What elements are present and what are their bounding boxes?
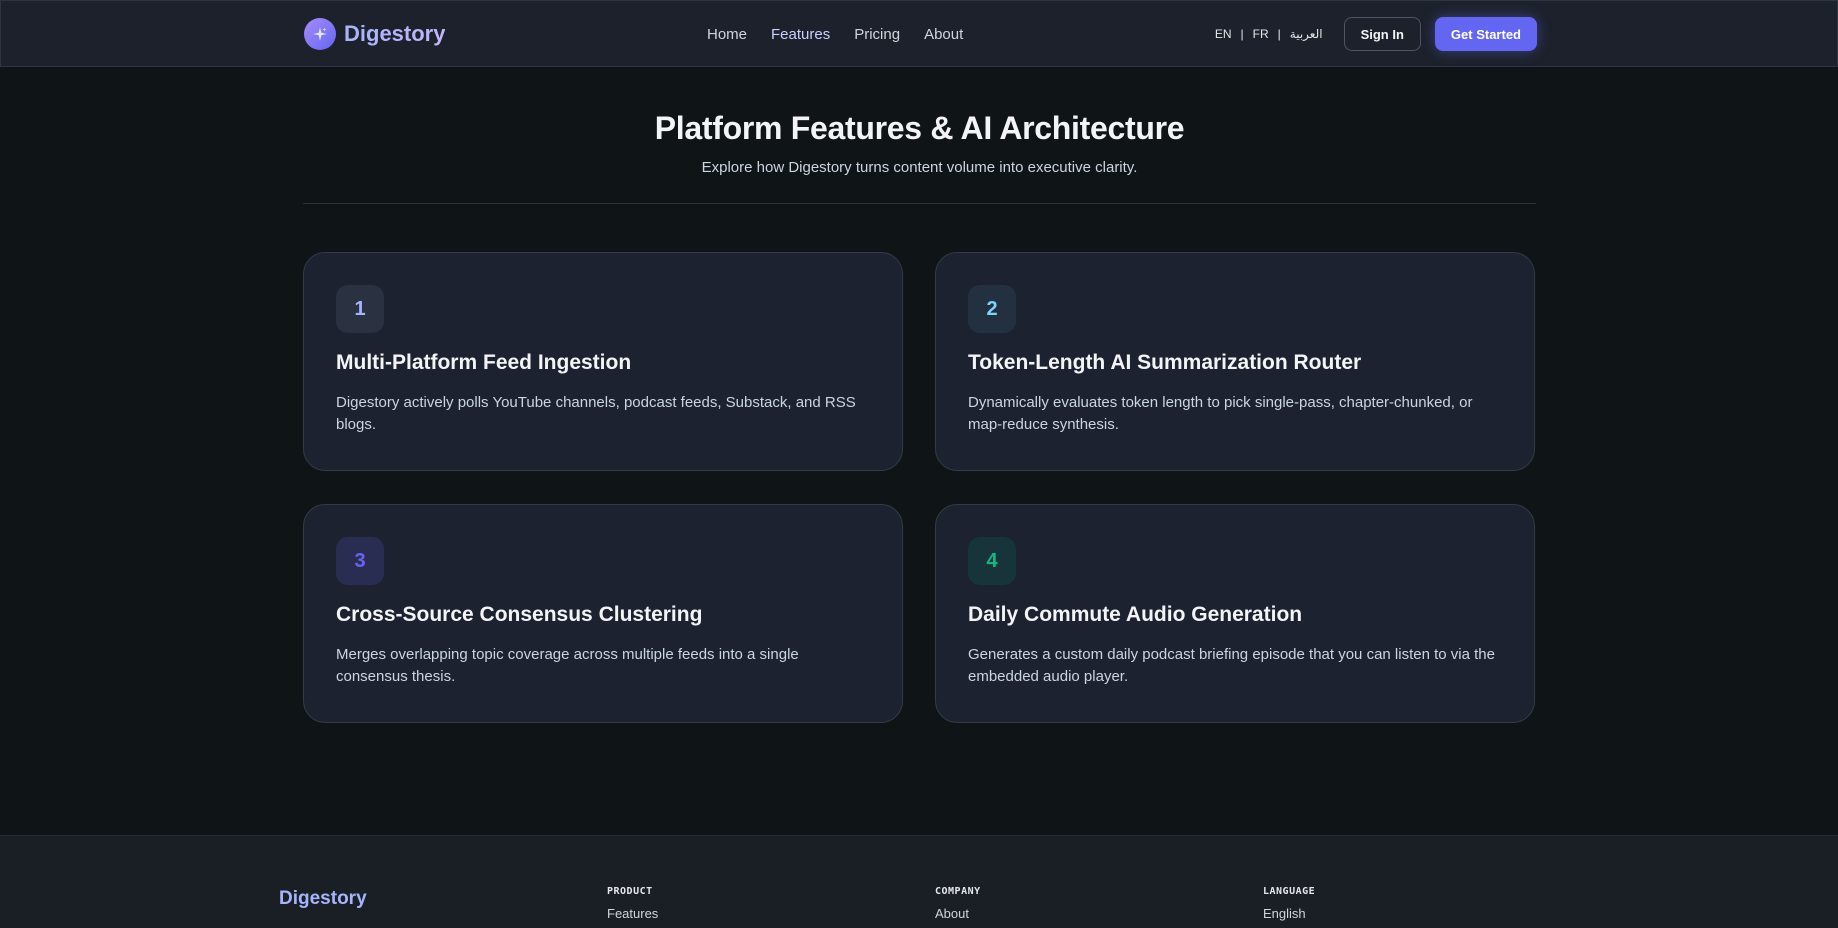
lang-separator: | xyxy=(1277,27,1281,41)
footer-link-features[interactable]: Features xyxy=(607,906,658,921)
feature-number-badge: 1 xyxy=(336,285,384,333)
lang-fr[interactable]: FR xyxy=(1253,27,1269,41)
site-footer: Digestory PRODUCT Features COMPANY About… xyxy=(0,835,1838,928)
feature-description: Generates a custom daily podcast briefin… xyxy=(968,646,1495,685)
sparkles-icon xyxy=(304,18,336,50)
footer-heading: COMPANY xyxy=(935,886,981,897)
nav-features[interactable]: Features xyxy=(771,26,830,43)
feature-title: Multi-Platform Feed Ingestion xyxy=(336,351,632,374)
feature-card: 2 Token-Length AI Summarization Router D… xyxy=(935,252,1535,471)
main-nav: Home Features Pricing About xyxy=(707,1,963,67)
lang-separator: | xyxy=(1240,27,1244,41)
feature-card: 1 Multi-Platform Feed Ingestion Digestor… xyxy=(303,252,903,471)
feature-description: Merges overlapping topic coverage across… xyxy=(336,646,799,685)
navbar-inner: Digestory Home Features Pricing About EN… xyxy=(304,1,1537,67)
feature-card: 3 Cross-Source Consensus Clustering Merg… xyxy=(303,504,903,723)
footer-heading: LANGUAGE xyxy=(1263,886,1316,897)
feature-card: 4 Daily Commute Audio Generation Generat… xyxy=(935,504,1535,723)
language-switcher: EN | FR | العربية xyxy=(1215,27,1323,41)
footer-link-english[interactable]: English xyxy=(1263,906,1315,921)
page-subtitle: Explore how Digestory turns content volu… xyxy=(701,159,1138,176)
footer-column-language: LANGUAGE English xyxy=(1263,886,1315,921)
lang-ar[interactable]: العربية xyxy=(1290,27,1323,41)
feature-number-badge: 4 xyxy=(968,537,1016,585)
nav-pricing[interactable]: Pricing xyxy=(854,26,900,43)
feature-description: Dynamically evaluates token length to pi… xyxy=(968,394,1473,433)
lang-en[interactable]: EN xyxy=(1215,27,1232,41)
footer-link-about[interactable]: About xyxy=(935,906,981,921)
header-actions: EN | FR | العربية Sign In Get Started xyxy=(1215,1,1537,67)
brand-link[interactable]: Digestory xyxy=(304,18,445,50)
page-title: Platform Features & AI Architecture xyxy=(654,110,1185,146)
nav-home[interactable]: Home xyxy=(707,26,747,43)
feature-description: Digestory actively polls YouTube channel… xyxy=(336,394,856,433)
feature-number-badge: 3 xyxy=(336,537,384,585)
footer-brand[interactable]: Digestory xyxy=(279,888,367,910)
brand-name: Digestory xyxy=(344,21,446,46)
get-started-button[interactable]: Get Started xyxy=(1434,17,1537,51)
feature-title: Daily Commute Audio Generation xyxy=(968,603,1303,626)
feature-title: Cross-Source Consensus Clustering xyxy=(336,603,703,626)
section-divider xyxy=(303,203,1536,204)
footer-column-product: PRODUCT Features xyxy=(607,886,658,921)
hero-section: Platform Features & AI Architecture Expl… xyxy=(303,110,1536,176)
top-navbar: Digestory Home Features Pricing About EN… xyxy=(0,0,1838,67)
nav-about[interactable]: About xyxy=(924,26,963,43)
footer-heading: PRODUCT xyxy=(607,886,653,897)
feature-title: Token-Length AI Summarization Router xyxy=(968,351,1362,374)
footer-column-company: COMPANY About xyxy=(935,886,981,921)
sign-in-button[interactable]: Sign In xyxy=(1343,17,1421,51)
feature-number-badge: 2 xyxy=(968,285,1016,333)
